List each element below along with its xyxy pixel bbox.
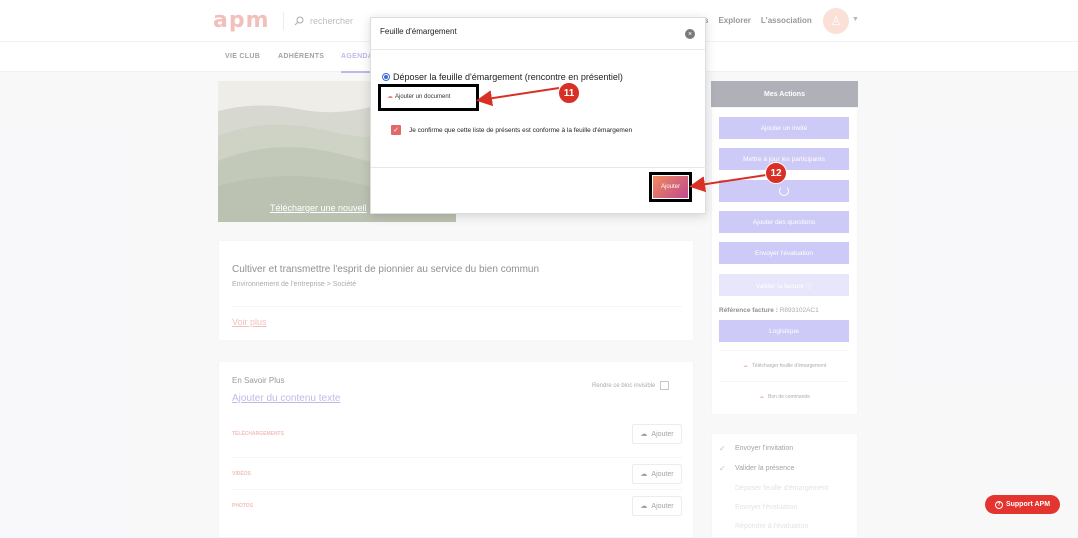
attendance-sheet-modal: Feuille d'émargement × Déposer la feuill… [370, 17, 707, 214]
savoir-plus-card: En Savoir Plus Ajouter du contenu texte … [218, 361, 694, 538]
upload-cover-link[interactable]: Télécharger une nouvell [270, 203, 367, 213]
divider [371, 167, 707, 168]
upload-sheet-radio[interactable]: Déposer la feuille d'émargement (rencont… [382, 72, 623, 82]
loading-button[interactable] [719, 180, 849, 202]
spinner-icon [779, 186, 789, 196]
add-document-button[interactable]: ☁ Ajouter un document [387, 93, 451, 101]
photos-label: PHOTOS [232, 503, 254, 509]
step-item: Répondre à l'évaluation [719, 523, 808, 530]
search-bar[interactable]: rechercher [283, 12, 353, 30]
cloud-icon: ☁ [640, 471, 648, 478]
check-icon: ✓ [719, 444, 726, 453]
reference-label: Référence facture : [719, 307, 778, 314]
add-document-label: Ajouter un document [395, 93, 451, 100]
nav-item-association[interactable]: L'association [761, 16, 812, 25]
search-input[interactable]: rechercher [310, 16, 353, 26]
submit-highlight: Ajouter [649, 172, 692, 202]
step-label: Déposer feuille d'émargement [735, 485, 829, 492]
event-category: Environnement de l'entreprise > Société [232, 281, 357, 288]
step-item: Déposer feuille d'émargement [719, 485, 828, 492]
search-icon [294, 16, 304, 26]
cloud-icon: ☁ [387, 94, 393, 100]
savoir-plus-title: En Savoir Plus [232, 376, 285, 385]
validate-invoice-button[interactable]: Valider la facture ⓘ [719, 274, 849, 296]
add-document-highlight: ☁ Ajouter un document [378, 84, 479, 111]
checked-checkbox[interactable]: ✓ [391, 125, 401, 135]
add-guest-button[interactable]: Ajouter un invité [719, 117, 849, 139]
divider [232, 489, 682, 490]
nav-item-explorer[interactable]: Explorer [718, 16, 750, 25]
step-label: Envoyer l'évaluation [735, 504, 798, 511]
add-photo-button[interactable]: ☁ Ajouter [632, 496, 682, 516]
radio-selected-icon [382, 73, 390, 81]
cloud-icon: ☁ [640, 431, 648, 438]
apm-logo[interactable]: apm [213, 8, 270, 33]
send-evaluation-button[interactable]: Envoyer l'évaluation [719, 242, 849, 264]
reference-value: R893102AC1 [779, 307, 819, 314]
divider [719, 381, 849, 382]
help-icon: ? [994, 500, 1003, 509]
step-item: ✓ Envoyer l'invitation [719, 444, 793, 453]
invoice-reference: Référence facture : R893102AC1 [719, 307, 819, 314]
avatar[interactable]: ♙ [823, 8, 849, 34]
tab-vie-club[interactable]: VIE CLUB [225, 53, 260, 60]
add-video-button[interactable]: ☁ Ajouter [632, 464, 682, 484]
add-video-label: Ajouter [651, 470, 674, 478]
invisible-toggle[interactable]: Rendre ce bloc invisible [592, 381, 670, 390]
download-sheet-link[interactable]: ☁ Télécharger feuille d'émargement [711, 363, 858, 369]
add-questions-button[interactable]: Ajouter des questions [719, 211, 849, 233]
event-info-card: Cultiver et transmettre l'esprit de pion… [218, 240, 694, 341]
purchase-order-label: Bon de commande [768, 394, 810, 400]
callout-badge-12: 12 [765, 162, 787, 184]
modal-title: Feuille d'émargement [380, 27, 457, 36]
add-text-content-link[interactable]: Ajouter du contenu texte [232, 393, 340, 404]
divider [232, 306, 682, 307]
step-label: Valider la présence [735, 465, 795, 472]
cloud-icon: ☁ [759, 394, 764, 400]
chevron-down-icon[interactable]: ▼ [852, 16, 859, 23]
step-label: Répondre à l'évaluation [735, 523, 809, 530]
step-item: Envoyer l'évaluation [719, 504, 797, 511]
see-more-link[interactable]: Voir plus [232, 317, 267, 327]
cloud-icon: ☁ [640, 503, 648, 510]
user-icon: ♙ [830, 14, 842, 28]
radio-label: Déposer la feuille d'émargement (rencont… [393, 72, 623, 82]
step-item: ✓ Valider la présence [719, 464, 794, 473]
confirm-label: Je confirme que cette liste de présents … [409, 126, 633, 134]
tab-agenda[interactable]: AGENDA [341, 53, 374, 73]
close-icon[interactable]: × [685, 29, 695, 39]
actions-title: Mes Actions [711, 81, 858, 107]
step-label: Envoyer l'invitation [735, 445, 794, 452]
download-sheet-label: Télécharger feuille d'émargement [751, 363, 827, 369]
videos-label: VIDÉOS [232, 471, 251, 477]
submit-button[interactable]: Ajouter [653, 176, 688, 198]
tab-adherents[interactable]: ADHÉRENTS [278, 53, 324, 60]
cloud-icon: ☁ [742, 363, 748, 369]
event-title: Cultiver et transmettre l'esprit de pion… [232, 264, 540, 275]
add-download-label: Ajouter [651, 430, 674, 438]
invisible-label: Rendre ce bloc invisible [592, 382, 656, 389]
invisible-checkbox[interactable] [660, 381, 670, 390]
divider [232, 457, 682, 458]
check-icon: ✓ [719, 464, 726, 473]
add-photo-label: Ajouter [651, 502, 674, 510]
divider [371, 49, 707, 50]
main-nav: s Explorer L'association [704, 16, 812, 25]
downloads-label: TÉLÉCHARGEMENTS [232, 431, 284, 437]
confirm-checkbox-row[interactable]: ✓ Je confirme que cette liste de présent… [391, 125, 632, 135]
support-label: Support APM [1005, 501, 1051, 508]
logistics-button[interactable]: Logistique [719, 320, 849, 342]
divider [719, 350, 849, 351]
callout-badge-11: 11 [558, 82, 580, 104]
support-button[interactable]: ? Support APM [985, 495, 1060, 514]
add-download-button[interactable]: ☁ Ajouter [632, 424, 682, 444]
purchase-order-link[interactable]: ☁ Bon de commande [711, 394, 858, 400]
